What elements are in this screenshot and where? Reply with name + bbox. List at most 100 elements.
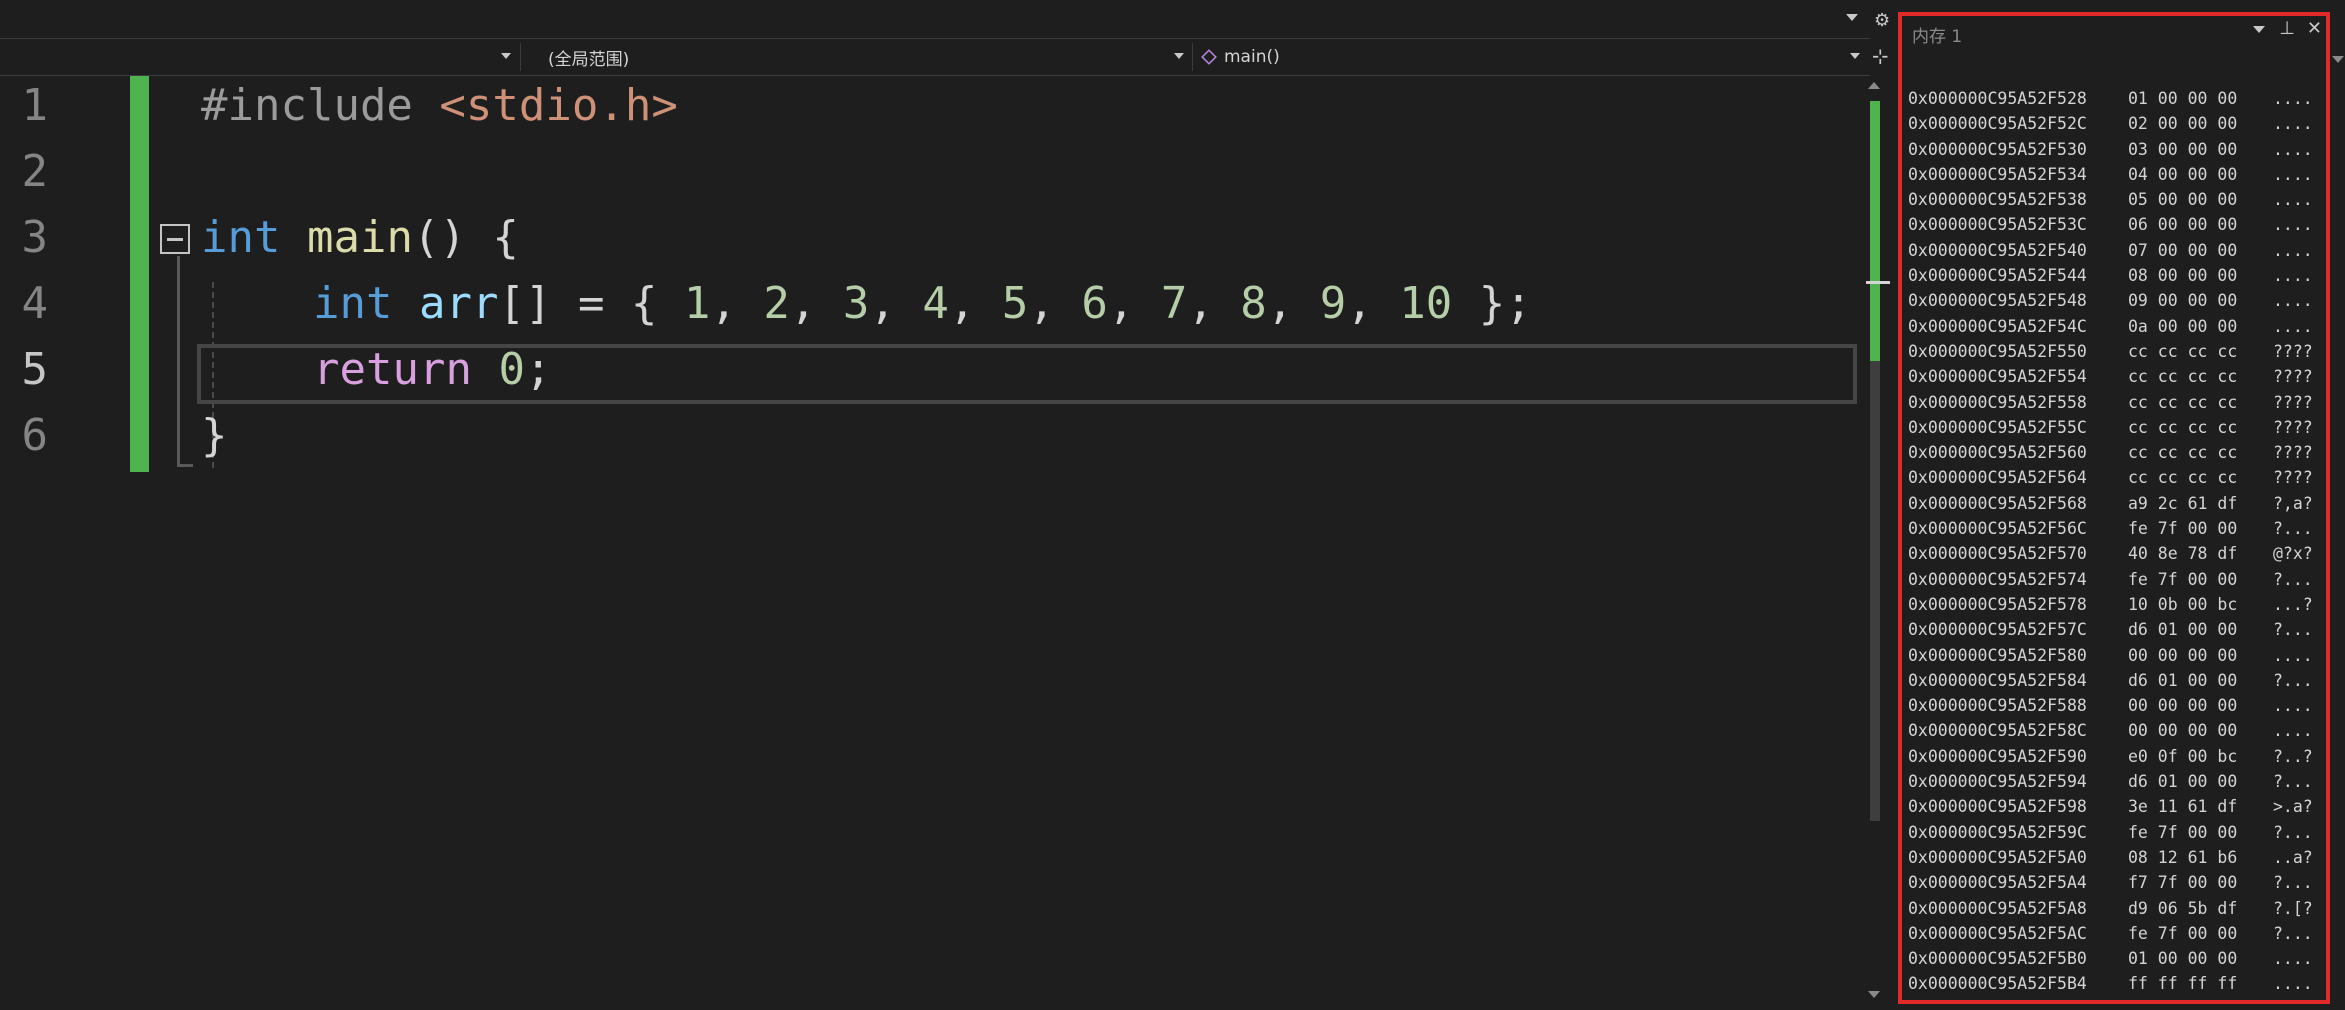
memory-bytes: 00 00 00 00 bbox=[2128, 696, 2238, 716]
memory-row[interactable]: 0x000000C95A52F598 3e 11 61 df >.a? bbox=[1908, 794, 2313, 819]
number-literal: 1 bbox=[683, 278, 711, 329]
memory-address: 0x000000C95A52F550 bbox=[1908, 341, 2087, 361]
line-number: 1 bbox=[21, 80, 49, 131]
memory-row[interactable]: 0x000000C95A52F5B0 01 00 00 00.... bbox=[1908, 946, 2313, 971]
memory-row[interactable]: 0x000000C95A52F570 40 8e 78 df @?x? bbox=[1908, 541, 2313, 566]
memory-row[interactable]: 0x000000C95A52F52C 02 00 00 00.... bbox=[1908, 111, 2313, 136]
memory-row[interactable]: 0x000000C95A52F528 01 00 00 00.... bbox=[1908, 86, 2313, 111]
memory-chars: .... bbox=[2273, 164, 2313, 184]
memory-chars: ???? bbox=[2273, 468, 2313, 488]
memory-row[interactable]: 0x000000C95A52F558 cc cc cc cc???? bbox=[1908, 390, 2313, 415]
memory-chars: .... bbox=[2273, 190, 2313, 210]
return-keyword: return bbox=[313, 344, 472, 395]
memory-row[interactable]: 0x000000C95A52F57C d6 01 00 00?... bbox=[1908, 617, 2313, 642]
function-cube-icon bbox=[1201, 49, 1217, 65]
memory-address: 0x000000C95A52F5A8 bbox=[1908, 898, 2087, 918]
memory-row[interactable]: 0x000000C95A52F568 a9 2c 61 df ?,a? bbox=[1908, 491, 2313, 516]
memory-bytes: 01 00 00 00 bbox=[2128, 89, 2238, 108]
line-number-current: 5 bbox=[21, 344, 49, 395]
memory-row[interactable]: 0x000000C95A52F564 cc cc cc cc???? bbox=[1908, 465, 2313, 490]
code-line-4[interactable]: int arr[] = { 1, 2, 3, 4, 5, 6, 7, 8, 9,… bbox=[313, 278, 1532, 329]
dropdown-arrow-icon[interactable] bbox=[2253, 25, 2266, 33]
memory-chars: ???? bbox=[2273, 417, 2313, 437]
memory-bytes: 10 0b 00 bc bbox=[2128, 594, 2238, 614]
memory-row[interactable]: 0x000000C95A52F590 e0 0f 00 bc?..? bbox=[1908, 744, 2313, 769]
close-icon[interactable]: ✕ bbox=[2307, 18, 2322, 39]
array-decl: [] = { bbox=[498, 278, 684, 329]
memory-row[interactable]: 0x000000C95A52F59C fe 7f 00 00?... bbox=[1908, 820, 2313, 845]
preprocessor-directive: #include bbox=[201, 80, 413, 131]
memory-address: 0x000000C95A52F534 bbox=[1908, 164, 2087, 184]
memory-chars: ?... bbox=[2273, 569, 2313, 589]
function-dropdown[interactable]: main() bbox=[1196, 39, 1866, 75]
code-editor[interactable]: 1 2 3 4 5 6 #include <stdio.h> int main(… bbox=[0, 76, 1866, 1010]
memory-chars: ...? bbox=[2273, 594, 2313, 614]
memory-row[interactable]: 0x000000C95A52F548 09 00 00 00.... bbox=[1908, 288, 2313, 313]
memory-row[interactable]: 0x000000C95A52F578 10 0b 00 bc...? bbox=[1908, 592, 2313, 617]
memory-row[interactable]: 0x000000C95A52F574 fe 7f 00 00?... bbox=[1908, 567, 2313, 592]
memory-row[interactable]: 0x000000C95A52F584 d6 01 00 00?... bbox=[1908, 668, 2313, 693]
scroll-up-icon[interactable] bbox=[1868, 82, 1880, 89]
memory-row[interactable]: 0x000000C95A52F594 d6 01 00 00?... bbox=[1908, 769, 2313, 794]
chevron-down-icon bbox=[1174, 53, 1184, 59]
memory-row[interactable]: 0x000000C95A52F56C fe 7f 00 00?... bbox=[1908, 516, 2313, 541]
memory-row[interactable]: 0x000000C95A52F540 07 00 00 00.... bbox=[1908, 238, 2313, 263]
memory-row[interactable]: 0x000000C95A52F58C 00 00 00 00.... bbox=[1908, 718, 2313, 743]
pin-icon[interactable]: ⊥ bbox=[2279, 18, 2295, 39]
memory-row[interactable]: 0x000000C95A52F5A8 d9 06 5b df ?.[? bbox=[1908, 896, 2313, 921]
gear-icon[interactable]: ⚙ bbox=[1874, 10, 1890, 31]
number-literal: 6 bbox=[1081, 278, 1108, 329]
memory-row[interactable]: 0x000000C95A52F5A0 08 12 61 b6 ..a? bbox=[1908, 845, 2313, 870]
memory-row[interactable]: 0x000000C95A52F560 cc cc cc cc???? bbox=[1908, 440, 2313, 465]
memory-address: 0x000000C95A52F528 bbox=[1908, 89, 2087, 108]
memory-bytes: 06 00 00 00 bbox=[2128, 215, 2238, 235]
collapse-outline-icon[interactable] bbox=[160, 224, 190, 254]
memory-chars: ???? bbox=[2273, 392, 2313, 412]
memory-chars: .... bbox=[2273, 316, 2313, 336]
memory-row[interactable]: 0x000000C95A52F54C 0a 00 00 00.... bbox=[1908, 314, 2313, 339]
scroll-down-icon[interactable] bbox=[1868, 991, 1880, 998]
code-line-6[interactable]: } bbox=[201, 410, 228, 461]
scroll-down-icon[interactable] bbox=[2332, 56, 2344, 63]
memory-row[interactable]: 0x000000C95A52F544 08 00 00 00.... bbox=[1908, 263, 2313, 288]
code-line-5[interactable]: return 0; bbox=[313, 344, 551, 395]
memory-row[interactable]: 0x000000C95A52F534 04 00 00 00.... bbox=[1908, 162, 2313, 187]
memory-bytes: cc cc cc cc bbox=[2128, 341, 2238, 361]
outline-bracket bbox=[177, 256, 180, 466]
split-window-icon[interactable]: ⊹ bbox=[1872, 44, 1889, 68]
memory-row[interactable]: 0x000000C95A52F580 00 00 00 00.... bbox=[1908, 643, 2313, 668]
change-marker bbox=[1870, 101, 1880, 361]
number-literal: 7 bbox=[1160, 278, 1188, 329]
memory-row[interactable]: 0x000000C95A52F588 00 00 00 00.... bbox=[1908, 693, 2313, 718]
scope-label: (全局范围) bbox=[548, 49, 630, 70]
memory-row[interactable]: 0x000000C95A52F5AC fe 7f 00 00?... bbox=[1908, 921, 2313, 946]
memory-address: 0x000000C95A52F548 bbox=[1908, 291, 2087, 311]
memory-address: 0x000000C95A52F55C bbox=[1908, 417, 2087, 437]
scope-dropdown[interactable]: (全局范围) bbox=[524, 39, 1190, 75]
memory-address: 0x000000C95A52F5A0 bbox=[1908, 847, 2087, 867]
memory-chars: ?..? bbox=[2273, 746, 2313, 766]
memory-row[interactable]: 0x000000C95A52F53C 06 00 00 00.... bbox=[1908, 212, 2313, 237]
memory-chars: .... bbox=[2273, 974, 2313, 994]
code-line-1[interactable]: #include <stdio.h> bbox=[201, 80, 678, 131]
memory-chars: ?... bbox=[2273, 772, 2313, 792]
project-dropdown[interactable] bbox=[0, 39, 517, 75]
memory-row[interactable]: 0x000000C95A52F530 03 00 00 00.... bbox=[1908, 137, 2313, 162]
memory-address: 0x000000C95A52F57C bbox=[1908, 620, 2087, 640]
editor-scrollbar[interactable] bbox=[1866, 76, 1890, 1010]
code-line-3[interactable]: int main() { bbox=[201, 212, 519, 263]
memory-row[interactable]: 0x000000C95A52F538 05 00 00 00.... bbox=[1908, 187, 2313, 212]
memory-bytes: 02 00 00 00 bbox=[2128, 114, 2238, 134]
memory-row[interactable]: 0x000000C95A52F554 cc cc cc cc???? bbox=[1908, 364, 2313, 389]
memory-rows[interactable]: 0x000000C95A52F528 01 00 00 00.... 0x00000… bbox=[1908, 86, 2313, 997]
memory-address: 0x000000C95A52F580 bbox=[1908, 645, 2087, 665]
memory-bytes: 0a 00 00 00 bbox=[2128, 316, 2238, 336]
memory-row[interactable]: 0x000000C95A52F55C cc cc cc cc???? bbox=[1908, 415, 2313, 440]
memory-row[interactable]: 0x000000C95A52F5B4 ff ff ff ff.... bbox=[1908, 971, 2313, 996]
memory-scrollbar[interactable] bbox=[2330, 16, 2345, 1006]
memory-chars: .... bbox=[2273, 949, 2313, 969]
change-tracking-bar bbox=[130, 76, 149, 472]
memory-row[interactable]: 0x000000C95A52F550 cc cc cc cc???? bbox=[1908, 339, 2313, 364]
memory-row[interactable]: 0x000000C95A52F5A4 f7 7f 00 00?... bbox=[1908, 870, 2313, 895]
dropdown-arrow-icon[interactable] bbox=[1846, 14, 1858, 21]
